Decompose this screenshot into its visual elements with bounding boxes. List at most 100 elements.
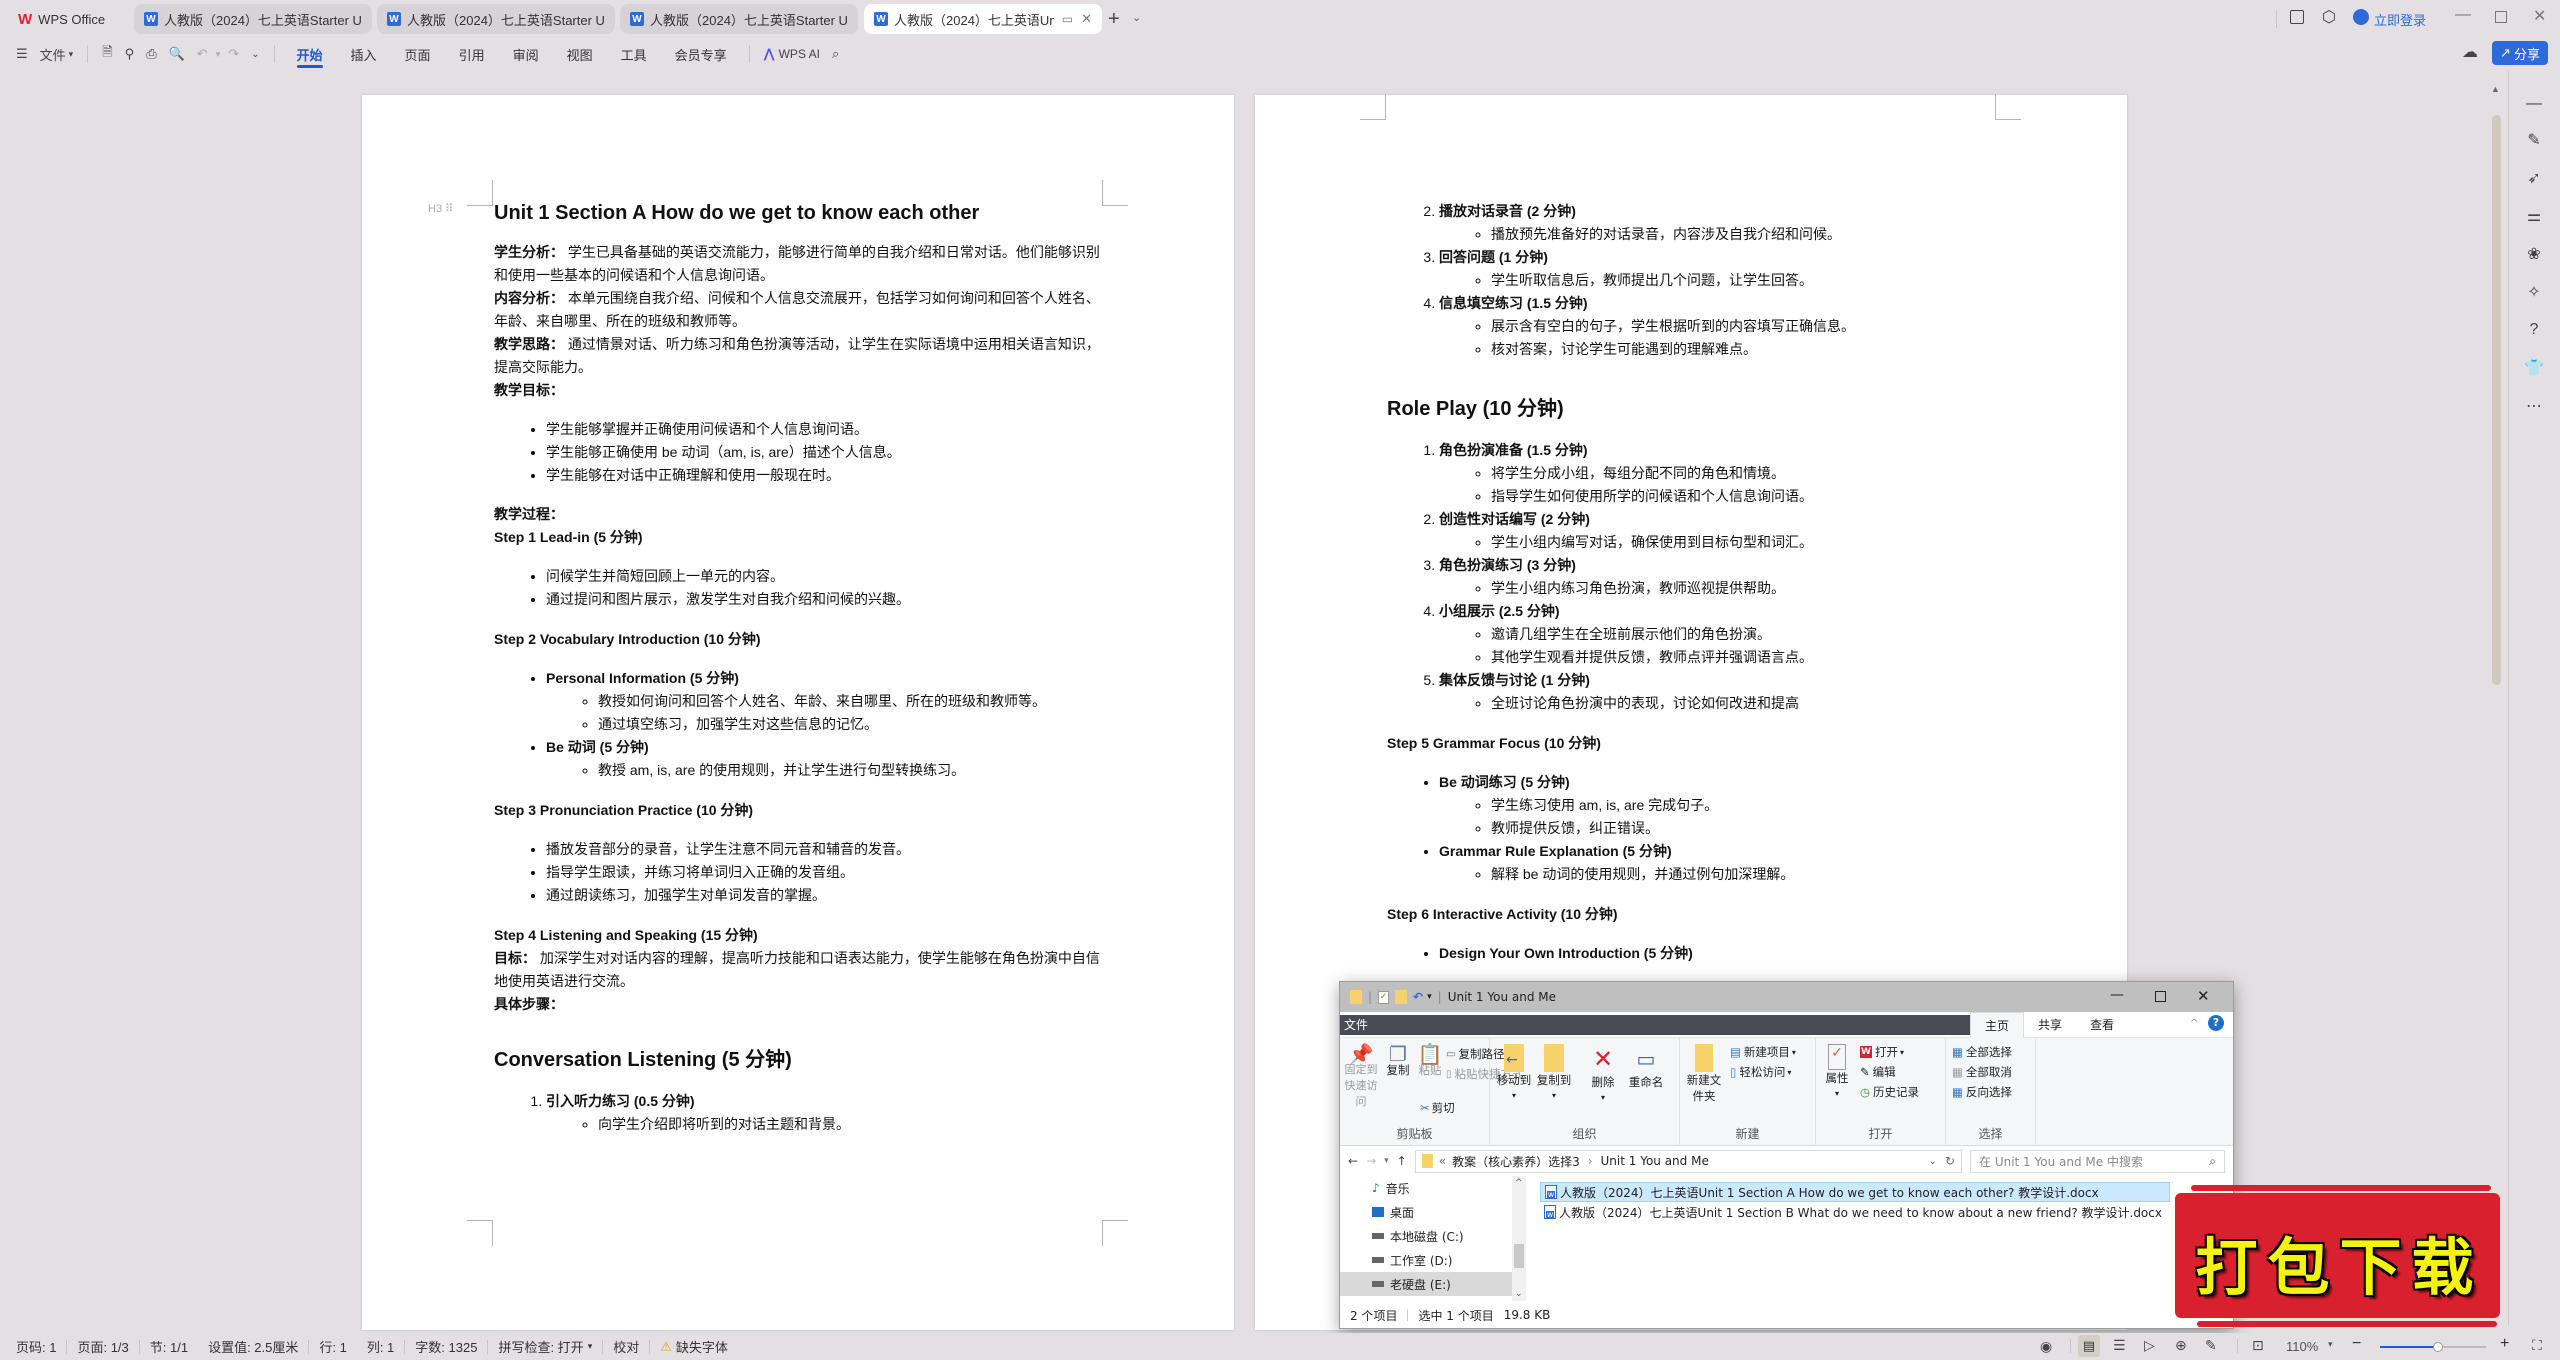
close-window-button[interactable]: ✕	[2533, 6, 2546, 26]
scroll-up-arrow-icon[interactable]: ▲	[2491, 84, 2500, 94]
export-pdf-icon[interactable]: ⚲	[119, 41, 141, 67]
delete-button[interactable]: ✕ 删除 ▾	[1588, 1044, 1618, 1106]
back-button[interactable]: ←	[1348, 1154, 1358, 1168]
history-button[interactable]: ◷ 历史记录	[1860, 1084, 1919, 1100]
search-icon[interactable]: ⌕	[826, 41, 845, 67]
word-count[interactable]: 字数: 1325	[405, 1333, 487, 1360]
ribbon-tab-view[interactable]: 查看	[2076, 1012, 2128, 1038]
nav-item-drive-d[interactable]: 工作室 (D:)	[1340, 1248, 1530, 1272]
undo-qa-icon[interactable]: ↶	[1413, 990, 1423, 1004]
pointer-icon[interactable]: ➶	[2522, 166, 2546, 190]
login-link[interactable]: 立即登录	[2374, 10, 2426, 29]
tab-document-2[interactable]: W 人教版（2024）七上英语Starter Uni	[377, 4, 615, 34]
share-button[interactable]: ↗ 分享	[2492, 41, 2548, 65]
new-folder-button[interactable]: 新建文件夹	[1684, 1044, 1724, 1104]
document-page-1[interactable]: H3 ⠿ Unit 1 Section A How do we get to k…	[362, 95, 1234, 1330]
breadcrumb-separator[interactable]: ›	[1588, 1154, 1593, 1168]
menu-references[interactable]: 引用	[445, 38, 499, 70]
paste-button[interactable]: 📋 粘贴	[1416, 1044, 1444, 1078]
menu-page[interactable]: 页面	[391, 38, 445, 70]
tab-document-3[interactable]: W 人教版（2024）七上英语Starter Uni	[620, 4, 858, 34]
window-layout-icon[interactable]	[2290, 10, 2304, 24]
web-view-icon[interactable]: ⊕	[2175, 1337, 2187, 1354]
help-icon[interactable]: ?	[2208, 1015, 2224, 1031]
refresh-icon[interactable]: ↻	[1945, 1154, 1955, 1168]
page-number[interactable]: 页码: 1	[0, 1333, 66, 1360]
help-icon[interactable]: ?	[2522, 318, 2546, 342]
tab-wps-home[interactable]: W WPS Office	[8, 4, 128, 34]
menu-insert[interactable]: 插入	[337, 38, 391, 70]
nav-item-desktop[interactable]: 桌面	[1340, 1200, 1530, 1224]
menu-view[interactable]: 视图	[553, 38, 607, 70]
explorer-maximize-button[interactable]	[2155, 991, 2166, 1002]
page-count[interactable]: 页面: 1/3	[67, 1333, 138, 1360]
pen-icon[interactable]: ✎	[2205, 1337, 2217, 1354]
copy-to-button[interactable]: 复制到 ▾	[1536, 1044, 1572, 1104]
invert-selection-button[interactable]: ▦ 反向选择	[1952, 1084, 2012, 1100]
print-icon[interactable]: ⎙	[140, 41, 162, 67]
open-button[interactable]: W 打开 ▾	[1860, 1044, 1904, 1060]
hamburger-menu-icon[interactable]: ☰	[10, 41, 34, 67]
section-indicator[interactable]: 节: 1/1	[140, 1333, 198, 1360]
restore-button[interactable]	[2495, 11, 2507, 23]
tab-document-active[interactable]: W 人教版（2024）七上英语Unit ▭ ✕	[864, 4, 1102, 34]
menu-member[interactable]: 会员专享	[661, 38, 741, 70]
breadcrumb-item[interactable]: 教案（核心素养）选择3	[1452, 1153, 1580, 1170]
zoom-dropdown-icon[interactable]: ▾	[2328, 1339, 2333, 1350]
file-menu[interactable]: 文件 ▾	[34, 41, 80, 67]
qa-customize-icon[interactable]: ▾	[1427, 992, 1432, 1002]
pen-icon[interactable]: ✎	[2522, 128, 2546, 152]
save-icon[interactable]: 🗎	[96, 41, 118, 67]
redo-icon[interactable]: ↷	[222, 41, 245, 67]
eye-protection-icon[interactable]: ◉	[2040, 1338, 2052, 1355]
minimize-button[interactable]: —	[2455, 6, 2471, 24]
address-dropdown-icon[interactable]: ⌄	[1929, 1156, 1937, 1167]
undo-chevron-icon[interactable]: ▾	[214, 41, 223, 67]
breadcrumb-overflow[interactable]: «	[1439, 1154, 1446, 1168]
tab-list-chevron-icon[interactable]: ⌄	[1132, 11, 1141, 24]
cloud-upload-icon[interactable]: ☁	[2462, 42, 2478, 62]
undo-icon[interactable]: ↶	[191, 41, 214, 67]
tab-document-1[interactable]: W 人教版（2024）七上英语Starter Uni	[134, 4, 372, 34]
close-tab-icon[interactable]: ✕	[1081, 11, 1092, 27]
skin-icon[interactable]: 👕	[2522, 356, 2546, 380]
address-bar[interactable]: « 教案（核心素养）选择3 › Unit 1 You and Me ⌄ ↻	[1414, 1149, 1962, 1173]
new-folder-qa-icon[interactable]	[1395, 990, 1408, 1004]
new-item-button[interactable]: ▤ 新建项目 ▾	[1730, 1044, 1796, 1060]
zoom-level[interactable]: 110%	[2286, 1339, 2318, 1354]
print-preview-icon[interactable]: 🔍	[163, 41, 191, 67]
zoom-in-button[interactable]: +	[2500, 1335, 2509, 1353]
nav-item-drive-c[interactable]: 本地磁盘 (C:)	[1340, 1224, 1530, 1248]
cube-icon[interactable]: ⬡	[2322, 7, 2336, 27]
ribbon-tab-share[interactable]: 共享	[2024, 1012, 2076, 1038]
ribbon-tab-home[interactable]: 主页	[1970, 1011, 2025, 1038]
nav-item-drive-e[interactable]: 老硬盘 (E:)	[1340, 1272, 1512, 1296]
explorer-search-input[interactable]: 在 Unit 1 You and Me 中搜索 ⌕	[1970, 1149, 2225, 1173]
recent-locations-button[interactable]: ▾	[1384, 1156, 1389, 1166]
explorer-minimize-button[interactable]: —	[2110, 987, 2124, 1003]
zoom-slider-handle[interactable]	[2433, 1342, 2444, 1352]
zoom-out-button[interactable]: −	[2352, 1335, 2361, 1353]
missing-font-button[interactable]: ⚠ 缺失字体	[650, 1333, 738, 1360]
fullscreen-icon[interactable]: ⛶	[2532, 1337, 2542, 1354]
edit-button[interactable]: ✎ 编辑	[1860, 1064, 1896, 1080]
copy-button[interactable]: ❐ 复制	[1384, 1044, 1412, 1078]
more-chevron-icon[interactable]: ⌄	[245, 41, 265, 67]
up-button[interactable]: ↑	[1397, 1154, 1407, 1168]
download-package-stamp[interactable]: 打包下载	[2167, 1175, 2512, 1330]
select-all-button[interactable]: ▦ 全部选择	[1952, 1044, 2012, 1060]
select-none-button[interactable]: ▦ 全部取消	[1952, 1064, 2012, 1080]
ribbon-collapse-icon[interactable]: ^	[2190, 1018, 2198, 1029]
easy-access-button[interactable]: ▯ 轻松访问 ▾	[1730, 1064, 1791, 1080]
ribbon-tab-file[interactable]: 文件	[1340, 1014, 1970, 1035]
setting-value[interactable]: 设置值: 2.5厘米	[198, 1333, 308, 1360]
cut-button[interactable]: ✂ 剪切	[1420, 1100, 1455, 1116]
pin-quick-access-button[interactable]: 📌 固定到快速访问	[1344, 1044, 1378, 1110]
theme-icon[interactable]: ❀	[2522, 242, 2546, 266]
properties-button[interactable]: ✓ 属性 ▾	[1824, 1044, 1850, 1102]
outline-view-icon[interactable]: ☰	[2113, 1337, 2126, 1354]
page-view-icon[interactable]: ▤	[2078, 1335, 2100, 1357]
more-icon[interactable]: ⋯	[2522, 394, 2546, 418]
nav-scrollbar[interactable]: ^ ⌄	[1512, 1176, 1526, 1301]
proofread-button[interactable]: 校对	[603, 1333, 649, 1360]
